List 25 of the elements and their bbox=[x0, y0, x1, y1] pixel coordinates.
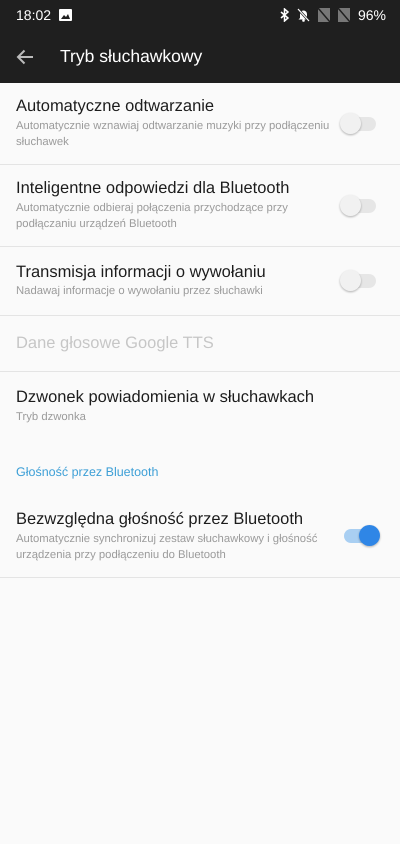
setting-description: Nadawaj informacje o wywołaniu przez słuchawki bbox=[16, 284, 264, 300]
section-header: Głośność przez Bluetooth bbox=[15, 464, 160, 481]
settings-row[interactable]: Bezwzględna głośność przez Bluetooth Automatycznie synchronizuj zestaw słuchawkowy i głośność urządzenia przy podłączeniu do Bluetooth bbox=[0, 496, 400, 578]
muted-bell-icon bbox=[296, 8, 310, 22]
back-arrow-icon[interactable] bbox=[16, 48, 34, 64]
setting-description: Automatycznie wznawiaj odtwarzanie muzyki przy podłączeniu słuchawek bbox=[16, 119, 330, 150]
setting-title: Dzwonek powiadomienia w słuchawkach bbox=[16, 387, 316, 408]
status-time: 18:02 bbox=[16, 6, 52, 24]
settings-row[interactable]: Inteligentne odpowiedzi dla Bluetooth Automatycznie odbieraj połączenia przychodzące przy podłączaniu urządzeń Bluetooth bbox=[0, 165, 400, 247]
setting-title: Inteligentne odpowiedzi dla Bluetooth bbox=[16, 178, 290, 199]
no-signal-icon bbox=[318, 8, 330, 22]
setting-title: Automatyczne odtwarzanie bbox=[16, 96, 216, 117]
settings-row[interactable]: Automatyczne odtwarzanie Automatycznie wznawiaj odtwarzanie muzyki przy podłączeniu słuchawek bbox=[0, 83, 400, 165]
screen-title: Tryb słuchawkowy bbox=[60, 45, 202, 68]
settings-row[interactable]: Dzwonek powiadomienia w słuchawkach Tryb dzwonka bbox=[0, 372, 400, 441]
setting-description: Automatycznie odbieraj połączenia przychodzące przy podłączaniu urządzeń Bluetooth bbox=[16, 201, 289, 232]
image-icon bbox=[59, 9, 72, 21]
no-signal-icon bbox=[338, 8, 350, 22]
setting-title: Transmisja informacji o wywołaniu bbox=[16, 262, 267, 282]
battery-level: 96% bbox=[358, 6, 386, 24]
bluetooth-icon bbox=[280, 8, 289, 22]
setting-description: Automatycznie synchronizuj zestaw słuchawkowy i głośność urządzenia przy podłączeniu do Bluetooth bbox=[16, 532, 318, 563]
settings-row[interactable]: Transmisja informacji o wywołaniu Nadawaj informacje o wywołaniu przez słuchawki bbox=[0, 247, 400, 316]
setting-title: Bezwzględna głośność przez Bluetooth bbox=[16, 509, 304, 530]
setting-description: Tryb dzwonka bbox=[16, 410, 87, 425]
